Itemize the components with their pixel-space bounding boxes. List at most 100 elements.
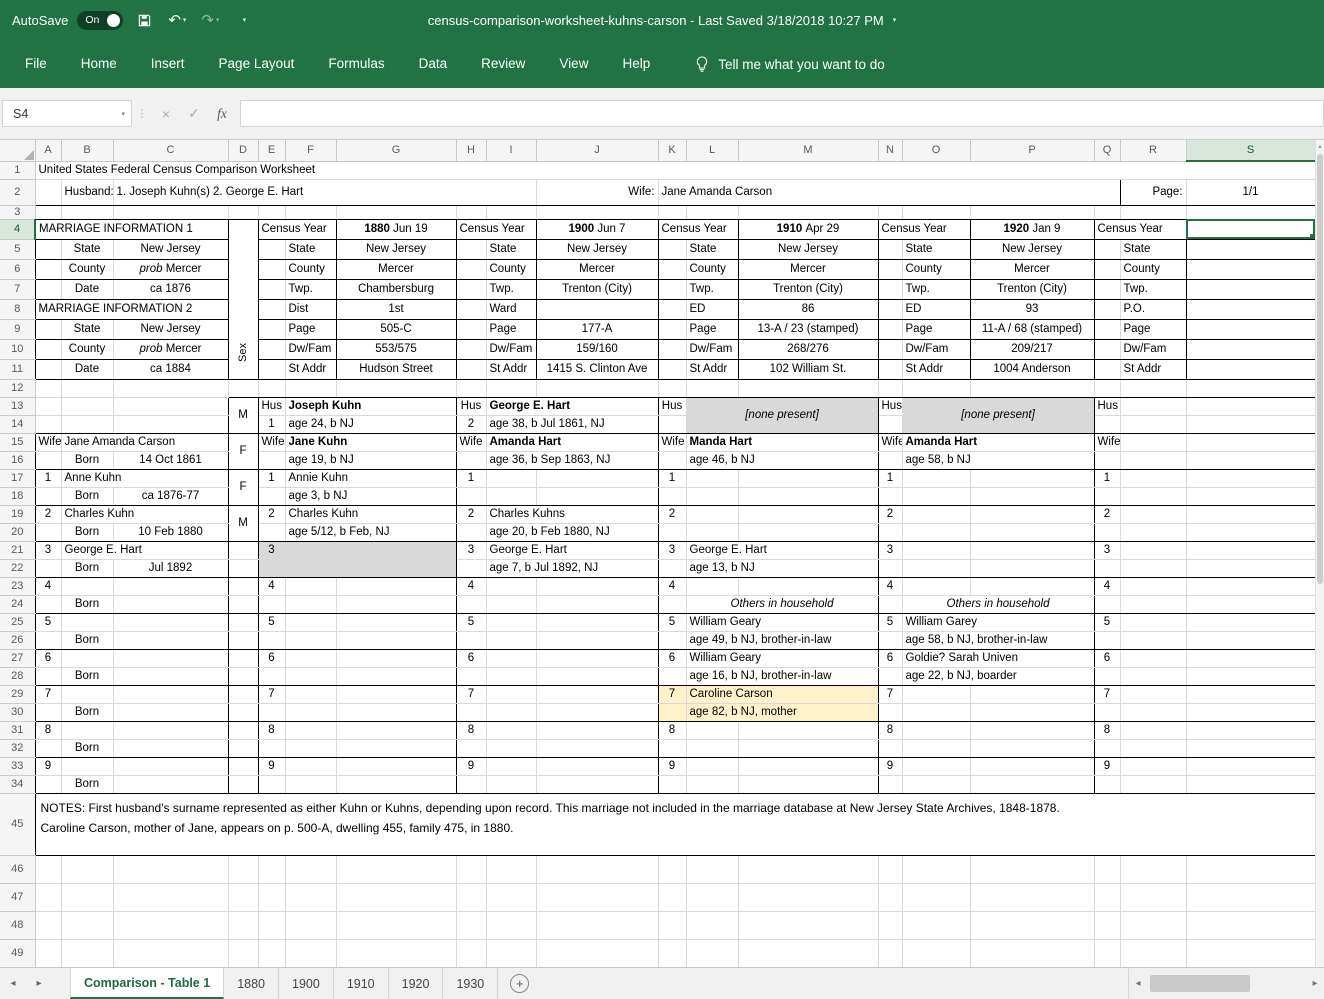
- cell-J8[interactable]: [536, 299, 658, 319]
- cell-M47[interactable]: [738, 883, 878, 911]
- cell-R2[interactable]: Page:: [1120, 179, 1186, 205]
- cell-S9[interactable]: [1186, 319, 1315, 339]
- ribbon-tab-page-layout[interactable]: Page Layout: [202, 40, 312, 88]
- cell-N25[interactable]: 5: [878, 613, 902, 631]
- cell-B18[interactable]: Born: [61, 487, 113, 505]
- cell-C48[interactable]: [113, 911, 228, 939]
- cell-L20[interactable]: [686, 523, 738, 541]
- cell-E16[interactable]: [258, 451, 285, 469]
- cell-L23[interactable]: [686, 577, 738, 595]
- cell-R29[interactable]: [1120, 685, 1186, 703]
- cell-J12[interactable]: [536, 379, 658, 397]
- cell-F33[interactable]: [285, 757, 336, 775]
- col-header-F[interactable]: F: [285, 140, 336, 161]
- cell-K32[interactable]: [658, 739, 686, 757]
- cell-O20[interactable]: [902, 523, 970, 541]
- cell-R11[interactable]: St Addr: [1120, 359, 1186, 379]
- formula-input[interactable]: [240, 100, 1324, 127]
- cell-G32[interactable]: [336, 739, 456, 757]
- cell-K4[interactable]: Census Year: [658, 219, 738, 239]
- cell-J32[interactable]: [536, 739, 658, 757]
- col-header-P[interactable]: P: [970, 140, 1094, 161]
- cell-K28[interactable]: [658, 667, 686, 685]
- cell-O21[interactable]: [902, 541, 970, 559]
- cell-G49[interactable]: [336, 939, 456, 967]
- cell-K3[interactable]: [658, 205, 686, 219]
- cell-D4[interactable]: Sex: [228, 219, 258, 379]
- cell-L30[interactable]: age 82, b NJ, mother: [686, 703, 878, 721]
- cell-N12[interactable]: [878, 379, 902, 397]
- cell-O26[interactable]: age 58, b NJ, brother-in-law: [902, 631, 1094, 649]
- cell-C49[interactable]: [113, 939, 228, 967]
- cell-P12[interactable]: [970, 379, 1094, 397]
- cell-E26[interactable]: [258, 631, 285, 649]
- cell-B6[interactable]: County: [61, 259, 113, 279]
- cell-M8[interactable]: 86: [738, 299, 878, 319]
- cell-F21[interactable]: [285, 541, 456, 577]
- cell-D31[interactable]: [228, 721, 258, 739]
- cell-M4[interactable]: 1910 Apr 29: [738, 219, 878, 239]
- autosave-toggle[interactable]: On: [77, 11, 123, 30]
- cell-G47[interactable]: [336, 883, 456, 911]
- cell-H24[interactable]: [456, 595, 486, 613]
- cell-N19[interactable]: 2: [878, 505, 902, 523]
- cell-F3[interactable]: [285, 205, 336, 219]
- cell-I9[interactable]: Page: [486, 319, 536, 339]
- cell-N18[interactable]: [878, 487, 902, 505]
- cell-R22[interactable]: [1120, 559, 1186, 577]
- cell-E30[interactable]: [258, 703, 285, 721]
- cell-G33[interactable]: [336, 757, 456, 775]
- row-header-19[interactable]: 19: [0, 505, 35, 523]
- sheet-nav-next-icon[interactable]: ▸: [26, 968, 52, 999]
- cell-Q48[interactable]: [1094, 911, 1120, 939]
- cell-F13[interactable]: Joseph Kuhn: [285, 397, 456, 415]
- cell-S29[interactable]: [1186, 685, 1315, 703]
- cell-L7[interactable]: Twp.: [686, 279, 738, 299]
- cell-H32[interactable]: [456, 739, 486, 757]
- cell-A10[interactable]: [35, 339, 61, 359]
- cell-K48[interactable]: [658, 911, 686, 939]
- cell-O9[interactable]: Page: [902, 319, 970, 339]
- cell-C22[interactable]: Jul 1892: [113, 559, 228, 577]
- cell-O18[interactable]: [902, 487, 970, 505]
- cell-S23[interactable]: [1186, 577, 1315, 595]
- cell-A16[interactable]: [35, 451, 61, 469]
- cell-L8[interactable]: ED: [686, 299, 738, 319]
- cell-D22[interactable]: [228, 559, 258, 577]
- cell-P49[interactable]: [970, 939, 1094, 967]
- cell-O8[interactable]: ED: [902, 299, 970, 319]
- cell-F25[interactable]: [285, 613, 336, 631]
- col-header-O[interactable]: O: [902, 140, 970, 161]
- cell-R9[interactable]: Page: [1120, 319, 1186, 339]
- new-sheet-button[interactable]: +: [510, 974, 529, 993]
- cell-B19[interactable]: Charles Kuhn: [61, 505, 228, 523]
- cell-B27[interactable]: [61, 649, 113, 667]
- cell-K14[interactable]: [658, 415, 686, 433]
- cell-H48[interactable]: [456, 911, 486, 939]
- cell-C24[interactable]: [113, 595, 228, 613]
- cell-Q20[interactable]: [1094, 523, 1120, 541]
- cell-B2[interactable]: Husband:: [61, 179, 113, 205]
- ribbon-tab-view[interactable]: View: [542, 40, 605, 88]
- sheet-tab-1880[interactable]: 1880: [224, 968, 279, 999]
- row-header-45[interactable]: 45: [0, 793, 35, 855]
- cell-B22[interactable]: Born: [61, 559, 113, 577]
- cell-F27[interactable]: [285, 649, 336, 667]
- cell-D3[interactable]: [228, 205, 258, 219]
- cell-I14[interactable]: age 38, b Jul 1861, NJ: [486, 415, 658, 433]
- cell-B24[interactable]: Born: [61, 595, 113, 613]
- cell-I27[interactable]: [486, 649, 536, 667]
- cell-G24[interactable]: [336, 595, 456, 613]
- cell-O33[interactable]: [902, 757, 970, 775]
- cell-L18[interactable]: [686, 487, 738, 505]
- cell-H25[interactable]: 5: [456, 613, 486, 631]
- cell-E46[interactable]: [258, 855, 285, 883]
- cell-E15[interactable]: Wife: [258, 433, 285, 451]
- cell-F10[interactable]: Dw/Fam: [285, 339, 336, 359]
- cell-A47[interactable]: [35, 883, 61, 911]
- cell-N3[interactable]: [878, 205, 902, 219]
- col-header-C[interactable]: C: [113, 140, 228, 161]
- cell-J34[interactable]: [536, 775, 658, 793]
- cell-P9[interactable]: 11-A / 68 (stamped): [970, 319, 1094, 339]
- cell-C12[interactable]: [113, 379, 228, 397]
